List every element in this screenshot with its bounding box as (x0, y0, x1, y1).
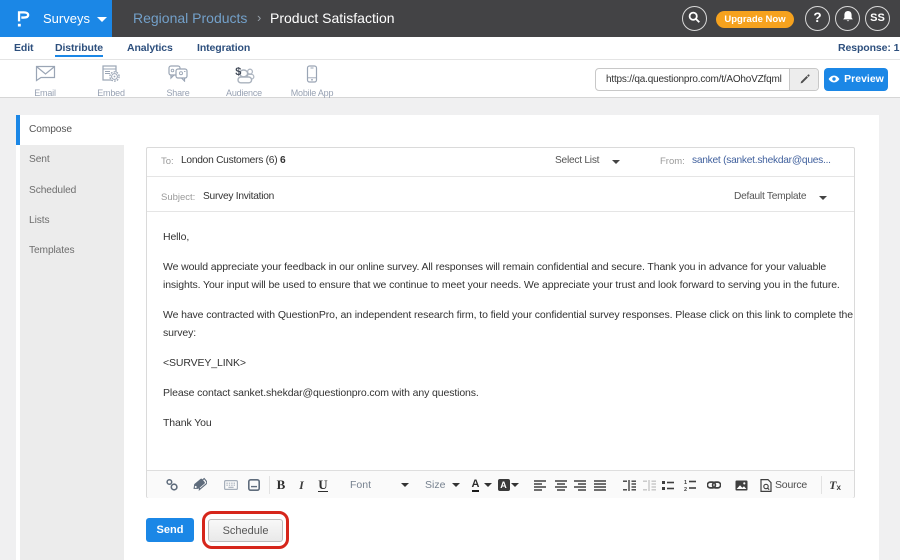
svg-text:2: 2 (684, 487, 687, 491)
svg-text:$: $ (235, 66, 241, 78)
svg-text:1: 1 (684, 480, 687, 486)
